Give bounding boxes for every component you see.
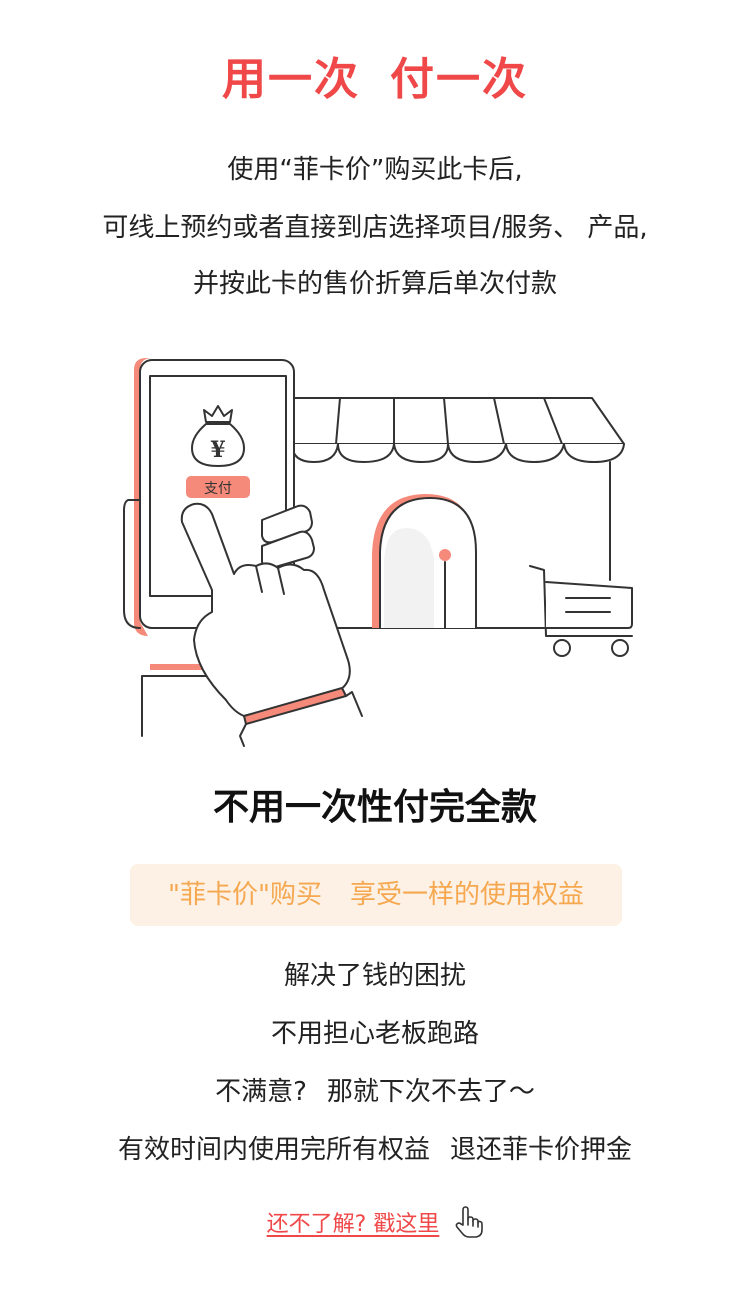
- benefit-line-3-part-2: 那就下次不去了～: [326, 1077, 535, 1107]
- learn-more-label[interactable]: 还不了解? 戳这里: [267, 1206, 440, 1238]
- benefit-banner: "菲卡价"购买 享受一样的使用权益: [130, 864, 622, 926]
- intro-line-3: 并按此卡的售价折算后单次付款: [192, 269, 557, 299]
- benefit-line-4-part-2: 退还菲卡价押金: [450, 1135, 633, 1165]
- pay-button-label: 支付: [204, 481, 232, 497]
- pay-at-store-illustration: ¥ 支付: [123, 358, 633, 747]
- learn-more-link[interactable]: 还不了解? 戳这里: [0, 1200, 750, 1244]
- store-awning: [291, 397, 625, 463]
- currency-symbol: ¥: [210, 437, 225, 463]
- benefit-line-4: 有效时间内使用完所有权益 退还菲卡价押金: [0, 1132, 750, 1168]
- banner-part-1: "菲卡价"购买: [168, 880, 322, 910]
- intro-line-1: 使用“菲卡价”购买此卡后,: [227, 155, 523, 185]
- banner-part-2: 享受一样的使用权益: [349, 880, 584, 910]
- benefit-line-1: 解决了钱的困扰: [283, 961, 466, 991]
- title-part-1: 用一次: [222, 54, 360, 105]
- benefit-line-4-part-1: 有效时间内使用完所有权益: [117, 1135, 430, 1165]
- page-title: 用一次 付一次: [0, 52, 750, 108]
- hand-pointer-icon[interactable]: [453, 1205, 484, 1239]
- shopping-cart-icon: [529, 565, 633, 657]
- benefit-line-2: 不用担心老板跑路: [270, 1019, 479, 1049]
- benefit-line-3-part-1: 不满意?: [215, 1077, 307, 1107]
- intro-line-2: 可线上预约或者直接到店选择项目/服务、 产品,: [102, 213, 648, 243]
- benefit-line-3: 不满意? 那就下次不去了～: [0, 1074, 750, 1110]
- pointing-hand: [180, 502, 363, 747]
- section-subtitle: 不用一次性付完全款: [212, 787, 537, 828]
- title-part-2: 付一次: [390, 54, 528, 105]
